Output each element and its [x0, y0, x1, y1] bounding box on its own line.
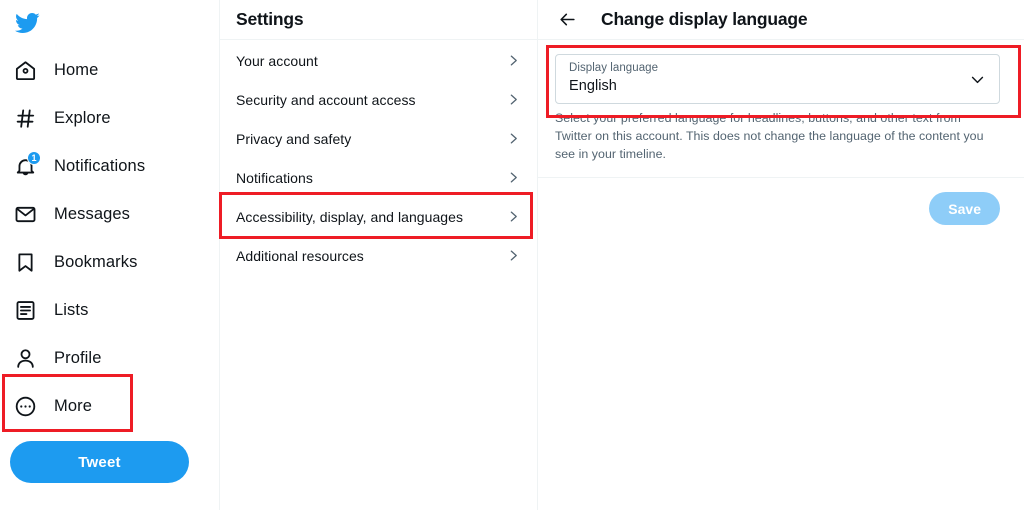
- settings-row-label: Privacy and safety: [236, 130, 352, 147]
- sidebar-item-more[interactable]: More: [12, 382, 202, 430]
- envelope-icon: [12, 201, 38, 227]
- chevron-down-icon: [969, 71, 986, 88]
- sidebar-item-label: Messages: [54, 204, 131, 223]
- bookmark-icon: [12, 249, 38, 275]
- display-language-select[interactable]: Display language English: [555, 54, 1000, 104]
- settings-row-label: Notifications: [236, 169, 313, 186]
- sidebar-item-lists[interactable]: Lists: [12, 286, 202, 334]
- bell-icon: 1: [12, 151, 41, 179]
- settings-row-privacy-and-safety[interactable]: Privacy and safety: [220, 119, 537, 158]
- settings-row-label: Security and account access: [236, 91, 416, 108]
- primary-sidebar: Home Explore 1 Notifications Messages Bo…: [0, 0, 220, 510]
- settings-row-accessibility-display-and-languages[interactable]: Accessibility, display, and languages: [220, 197, 537, 236]
- sidebar-item-profile[interactable]: Profile: [12, 334, 202, 382]
- sidebar-nav-list: Home Explore 1 Notifications Messages Bo…: [0, 46, 219, 430]
- settings-row-label: Accessibility, display, and languages: [236, 208, 464, 225]
- chevron-right-icon: [507, 210, 520, 223]
- chevron-right-icon: [507, 93, 520, 106]
- sidebar-item-label: Profile: [54, 348, 102, 367]
- hashtag-icon: [12, 105, 38, 131]
- list-icon: [12, 297, 38, 323]
- save-row: Save: [538, 178, 1024, 225]
- settings-panel: Settings Your account Security and accou…: [220, 0, 538, 510]
- detail-header: Change display language: [538, 0, 1024, 40]
- chevron-right-icon: [507, 249, 520, 262]
- settings-list: Your account Security and account access…: [220, 40, 537, 275]
- settings-row-label: Additional resources: [236, 247, 364, 264]
- detail-body: Display language English Select your pre…: [538, 40, 1024, 178]
- save-button[interactable]: Save: [929, 192, 1000, 225]
- settings-row-additional-resources[interactable]: Additional resources: [220, 236, 537, 275]
- settings-row-security-and-account-access[interactable]: Security and account access: [220, 80, 537, 119]
- display-language-label: Display language: [569, 62, 659, 74]
- sidebar-item-messages[interactable]: Messages: [12, 190, 202, 238]
- sidebar-item-home[interactable]: Home: [12, 46, 202, 94]
- sidebar-item-label: Lists: [54, 300, 89, 319]
- notification-badge: 1: [27, 151, 41, 165]
- sidebar-item-label: Bookmarks: [54, 252, 138, 271]
- sidebar-item-explore[interactable]: Explore: [12, 94, 202, 142]
- sidebar-item-notifications[interactable]: 1 Notifications: [12, 142, 202, 190]
- chevron-right-icon: [507, 132, 520, 145]
- sidebar-item-label: Explore: [54, 108, 111, 127]
- twitter-logo[interactable]: [0, 0, 219, 46]
- sidebar-item-bookmarks[interactable]: Bookmarks: [12, 238, 202, 286]
- settings-header: Settings: [220, 0, 537, 40]
- twitter-bird-icon: [14, 10, 40, 36]
- tweet-button[interactable]: Tweet: [10, 441, 189, 483]
- person-icon: [12, 345, 38, 371]
- sidebar-item-label: More: [54, 396, 92, 415]
- chevron-right-icon: [507, 171, 520, 184]
- display-language-value: English: [569, 78, 617, 94]
- settings-row-your-account[interactable]: Your account: [220, 41, 537, 80]
- detail-page-title: Change display language: [601, 9, 808, 29]
- chevron-right-icon: [507, 54, 520, 67]
- more-circle-icon: [12, 393, 38, 419]
- home-icon: [12, 57, 38, 83]
- sidebar-item-label: Notifications: [54, 156, 146, 175]
- back-arrow-icon[interactable]: [556, 9, 578, 31]
- settings-row-label: Your account: [236, 52, 318, 69]
- sidebar-item-label: Home: [54, 60, 99, 79]
- change-display-language-panel: Change display language Display language…: [538, 0, 1024, 510]
- settings-row-notifications[interactable]: Notifications: [220, 158, 537, 197]
- page-title: Settings: [236, 9, 304, 29]
- twitter-settings-screen: Home Explore 1 Notifications Messages Bo…: [0, 0, 1024, 510]
- display-language-helper-text: Select your preferred language for headl…: [555, 111, 984, 161]
